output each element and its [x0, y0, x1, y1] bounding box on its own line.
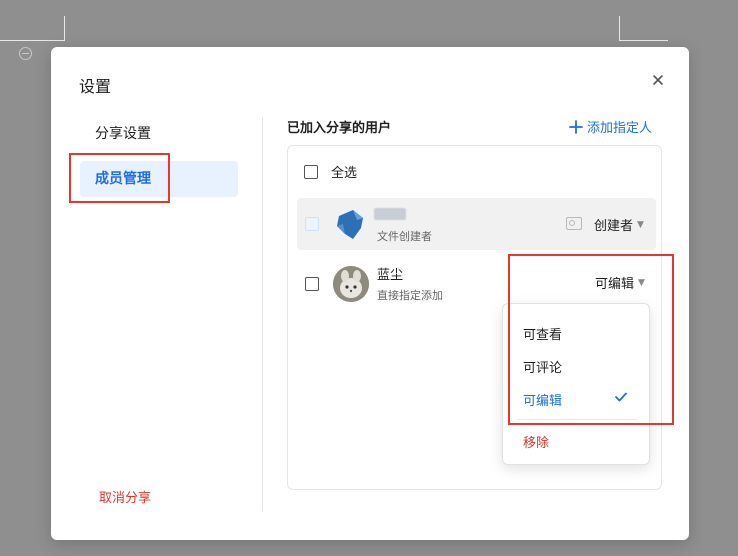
member-checkbox-disabled [305, 217, 319, 231]
id-card-icon [566, 217, 582, 230]
member-role-label: 创建者 [594, 219, 634, 234]
section-title: 已加入分享的用户 [287, 121, 392, 136]
cancel-share-link[interactable]: 取消分享 [99, 487, 151, 506]
settings-dialog: 设置 分享设置 成员管理 取消分享 已加入分享的用户 添加指定人 全选 文件创建 [51, 47, 689, 540]
menu-divider [517, 419, 637, 420]
nav-item-label: 分享设置 [95, 126, 151, 142]
add-user-label: 添加指定人 [587, 121, 653, 136]
page-crop-mark-left [0, 16, 65, 41]
menu-item-edit[interactable]: 可编辑 [523, 390, 562, 409]
add-user-button[interactable]: 添加指定人 [569, 117, 652, 136]
member-name: 蓝尘 [377, 268, 404, 283]
nav-item-label: 成员管理 [95, 171, 151, 187]
menu-item-remove[interactable]: 移除 [523, 432, 549, 451]
member-checkbox[interactable] [305, 277, 319, 291]
select-all-label: 全选 [331, 166, 358, 181]
nav-item-member-management[interactable]: 成员管理 [80, 161, 238, 197]
permission-dropdown-menu: 可查看 可评论 可编辑 移除 [502, 303, 650, 465]
member-role-label: 可编辑 [595, 277, 635, 292]
avatar [333, 266, 369, 302]
plus-icon [569, 119, 583, 134]
member-role: 创建者 ▼ [594, 215, 644, 234]
close-icon[interactable] [647, 69, 669, 91]
member-name-redacted [374, 208, 406, 220]
member-subtitle: 文件创建者 [377, 230, 432, 243]
member-subtitle: 直接指定添加 [377, 289, 443, 302]
caret-down-icon: ▼ [637, 219, 644, 230]
dialog-title: 设置 [79, 77, 112, 96]
vertical-divider [262, 117, 263, 511]
nav-item-share-settings[interactable]: 分享设置 [80, 116, 238, 152]
menu-item-view[interactable]: 可查看 [523, 324, 562, 343]
checkmark-icon [615, 392, 627, 402]
background-collapse-icon [19, 47, 32, 60]
caret-down-icon: ▼ [638, 277, 645, 288]
page-crop-mark-right [619, 16, 668, 41]
member-role-dropdown[interactable]: 可编辑 ▼ [595, 273, 645, 292]
menu-item-comment[interactable]: 可评论 [523, 357, 562, 376]
select-all-checkbox[interactable] [304, 165, 318, 179]
avatar [333, 206, 369, 242]
member-row-creator: 文件创建者 创建者 ▼ [297, 198, 656, 250]
